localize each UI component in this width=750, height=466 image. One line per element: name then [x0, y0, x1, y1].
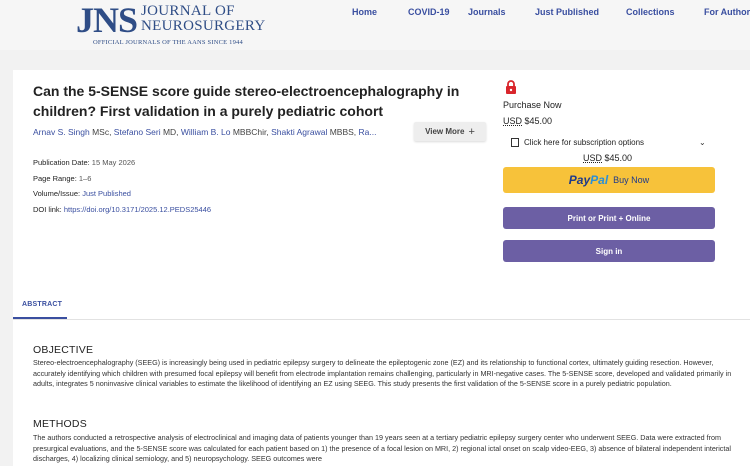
logo-line-1: JOURNAL OF: [141, 3, 235, 19]
doi-link[interactable]: https://doi.org/10.3171/2025.12.PEDS2544…: [64, 205, 211, 214]
tab-abstract[interactable]: ABSTRACT: [22, 301, 62, 308]
paypal-logo-pay: Pay: [568, 173, 591, 187]
nav-collections[interactable]: Collections: [626, 7, 675, 17]
view-more-button[interactable]: View More +: [414, 122, 486, 141]
price: USD $45.00: [503, 116, 553, 126]
plus-icon: +: [468, 125, 475, 138]
methods-text: The authors conducted a retrospective an…: [33, 433, 731, 463]
paypal-buy-button[interactable]: Pay Pal Buy Now: [503, 167, 715, 193]
sign-in-button[interactable]: Sign in: [503, 240, 715, 262]
objective-text: Stereo-electroencephalography (SEEG) is …: [33, 358, 732, 388]
pub-date-label: Publication Date:: [33, 158, 90, 167]
nav-covid[interactable]: COVID-19: [408, 7, 450, 17]
article-metadata: Publication Date: 15 May 2026 Page Range…: [33, 155, 211, 217]
page-range: 1–6: [78, 173, 92, 183]
journal-logo[interactable]: JNS JOURNAL OF NEUROSURGERY OFFICIAL JOU…: [76, 0, 266, 46]
author-list: Arnav S. Singh MSc, Stefano Seri MD, Wil…: [33, 127, 377, 137]
methods-heading: METHODS: [33, 418, 87, 430]
page-range-label: Page Range:: [33, 173, 77, 183]
volume-link[interactable]: Just Published: [82, 189, 131, 198]
subscription-price: USD $45.00: [583, 153, 633, 163]
author-link[interactable]: Stefano Seri: [114, 127, 161, 137]
logo-tagline: OFFICIAL JOURNALS OF THE AANS SINCE 1944: [93, 39, 243, 46]
subscription-options-toggle[interactable]: Click here for subscription options: [511, 138, 644, 147]
nav-home[interactable]: Home: [352, 7, 377, 17]
document-icon: [511, 138, 519, 147]
article-title: Can the 5-SENSE score guide stereo-elect…: [33, 83, 460, 119]
doi-label: DOI link:: [33, 204, 62, 214]
site-header: JNS JOURNAL OF NEUROSURGERY OFFICIAL JOU…: [0, 0, 750, 50]
logo-line-2: NEUROSURGERY: [141, 18, 266, 34]
volume-label: Volume/Issue:: [33, 189, 81, 198]
author-link[interactable]: William B. Lo: [181, 127, 231, 137]
objective-heading: OBJECTIVE: [33, 344, 94, 356]
paypal-logo-pal: Pal: [590, 173, 609, 187]
tab-divider: [13, 319, 750, 320]
print-online-button[interactable]: Print or Print + Online: [503, 207, 715, 229]
nav-just-published[interactable]: Just Published: [535, 7, 599, 17]
nav-journals[interactable]: Journals: [468, 7, 506, 17]
article-card: Can the 5-SENSE score guide stereo-elect…: [13, 70, 750, 466]
chevron-down-icon[interactable]: ⌄: [699, 138, 706, 147]
lock-icon: [506, 80, 516, 94]
author-link[interactable]: Shakti Agrawal: [271, 127, 327, 137]
pub-date: 15 May 2026: [91, 158, 136, 167]
author-link[interactable]: Arnav S. Singh: [33, 127, 90, 137]
author-link[interactable]: Ra...: [359, 127, 377, 137]
nav-for-authors[interactable]: For Authors: [704, 7, 750, 17]
purchase-now-label: Purchase Now: [503, 100, 562, 110]
logo-jns: JNS: [76, 0, 138, 40]
